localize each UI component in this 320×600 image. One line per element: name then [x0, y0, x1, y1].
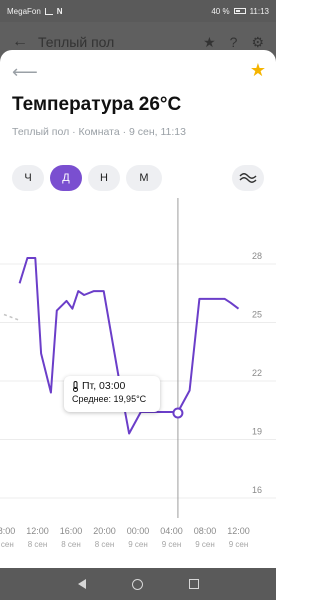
nfc-icon: N	[56, 6, 63, 16]
x-tick-time: 08:00	[0, 526, 15, 536]
x-tick-date: 9 сен	[162, 540, 182, 549]
sensor-sheet: ⟵ ★ Температура 26°C Теплый пол · Комнат…	[0, 50, 276, 570]
period-day-button[interactable]: Д	[50, 165, 82, 191]
x-tick-time: 00:00	[127, 526, 150, 536]
background-star-icon: ★	[203, 33, 216, 50]
tooltip-time: Пт, 03:00	[82, 380, 126, 392]
x-tick-time: 20:00	[93, 526, 116, 536]
x-tick-time: 12:00	[227, 526, 250, 536]
battery-percent: 40 %	[211, 6, 230, 16]
system-nav-bar	[0, 568, 276, 600]
x-tick-time: 08:00	[194, 526, 217, 536]
chart-tooltip: Пт, 03:00 Среднее: 19,95°C	[64, 376, 160, 412]
clock: 11:13	[249, 6, 269, 16]
smoothing-toggle-button[interactable]	[232, 165, 264, 191]
back-arrow-icon[interactable]: ⟵	[12, 62, 38, 83]
nav-home-icon[interactable]	[131, 578, 143, 590]
y-tick-label: 25	[252, 310, 262, 320]
period-week-button[interactable]: Н	[88, 165, 120, 191]
carrier-name: MegaFon	[7, 6, 41, 16]
favorite-star-icon[interactable]: ★	[250, 60, 266, 81]
status-bar: MegaFon N 40 % 11:13	[0, 0, 276, 22]
page-subtitle: Теплый пол · Комната · 9 сен, 11:13	[12, 126, 186, 138]
x-tick-date: 8 сен	[0, 540, 14, 549]
selected-point	[172, 407, 184, 419]
x-tick-date: 8 сен	[95, 540, 115, 549]
x-tick-time: 04:00	[160, 526, 183, 536]
tooltip-average: Среднее: 19,95°C	[72, 394, 147, 404]
y-tick-label: 16	[252, 485, 262, 495]
wave-icon	[239, 173, 257, 183]
x-tick-time: 12:00	[26, 526, 49, 536]
nav-recent-apps-icon[interactable]	[188, 579, 199, 589]
x-tick-date: 8 сен	[61, 540, 81, 549]
background-gear-icon: ⚙	[251, 33, 264, 50]
x-tick-date: 9 сен	[128, 540, 148, 549]
nav-back-icon[interactable]	[77, 579, 86, 589]
y-tick-label: 19	[252, 427, 262, 437]
y-tick-label: 22	[252, 368, 262, 378]
background-help-icon: ?	[229, 33, 238, 50]
signal-icon	[44, 7, 53, 15]
y-tick-label: 28	[252, 251, 262, 261]
x-tick-date: 9 сен	[195, 540, 215, 549]
period-selector: Ч Д Н М	[12, 165, 162, 191]
background-title: Теплый пол	[38, 34, 115, 50]
period-month-button[interactable]: М	[126, 165, 162, 191]
page-title: Температура 26°C	[12, 94, 182, 115]
x-tick-time: 16:00	[60, 526, 83, 536]
dashed-segment	[3, 313, 20, 322]
battery-icon	[233, 8, 246, 14]
thermometer-icon	[73, 380, 78, 392]
period-hour-button[interactable]: Ч	[12, 165, 44, 191]
x-tick-date: 9 сен	[229, 540, 249, 549]
background-back-icon: ←	[12, 33, 28, 50]
x-tick-date: 8 сен	[28, 540, 48, 549]
